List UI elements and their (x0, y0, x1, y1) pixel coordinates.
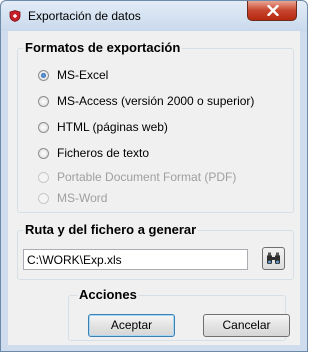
shield-icon (9, 10, 21, 22)
radio-ms-excel[interactable]: MS-Excel (38, 67, 108, 83)
path-legend: Ruta y del fichero a generar (23, 222, 199, 237)
window-title: Exportación de datos (28, 9, 141, 23)
radio-html[interactable]: HTML (páginas web) (38, 119, 168, 135)
path-input[interactable] (23, 249, 248, 270)
cancel-button[interactable]: Cancelar (203, 314, 290, 337)
radio-label: Ficheros de texto (57, 146, 150, 160)
radio-button[interactable] (38, 95, 49, 107)
dialog-body: Formatos de exportación MS-Excel MS-Acce… (8, 31, 300, 345)
radio-label: MS-Excel (57, 68, 109, 82)
browse-button[interactable] (262, 247, 285, 270)
radio-button[interactable] (38, 121, 49, 133)
radio-button[interactable] (38, 147, 49, 159)
radio-label: MS-Access (versión 2000 o superior) (57, 94, 255, 108)
formats-legend: Formatos de exportación (23, 40, 183, 55)
radio-pdf: Portable Document Format (PDF) (38, 169, 236, 185)
close-button[interactable] (247, 1, 297, 21)
radio-label: MS-Word (57, 191, 108, 205)
title-bar: Exportación de datos (1, 1, 307, 31)
export-dialog: Exportación de datos Formatos de exporta… (0, 0, 308, 352)
radio-ms-access[interactable]: MS-Access (versión 2000 o superior) (38, 93, 254, 109)
binoculars-icon (267, 252, 280, 264)
radio-button (38, 171, 49, 183)
close-icon (267, 5, 279, 16)
radio-ms-word: MS-Word (38, 190, 107, 206)
radio-label: HTML (páginas web) (57, 120, 168, 134)
actions-legend: Acciones (77, 287, 139, 302)
radio-text-files[interactable]: Ficheros de texto (38, 145, 149, 161)
radio-button (38, 192, 49, 204)
radio-label: Portable Document Format (PDF) (57, 170, 237, 184)
radio-button[interactable] (38, 69, 49, 81)
accept-button[interactable]: Aceptar (88, 314, 175, 337)
